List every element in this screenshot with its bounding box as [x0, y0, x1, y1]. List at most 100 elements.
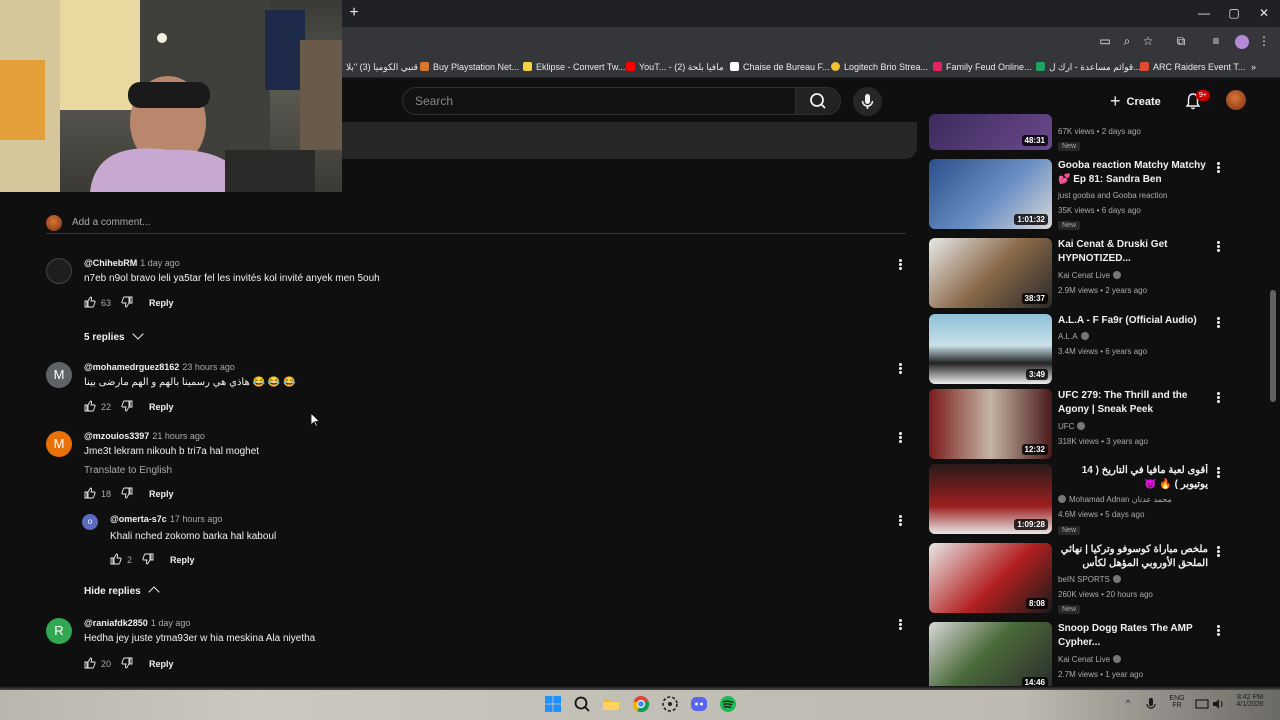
recommendation-item[interactable]: 1:09:28 أقوى لعبة مافيا في التاريخ ( 14 …	[929, 464, 1261, 536]
comment-menu-icon[interactable]	[894, 618, 906, 632]
chrome-icon[interactable]	[631, 694, 651, 714]
thumbs-up-icon[interactable]	[84, 400, 96, 412]
thumbs-down-icon[interactable]	[142, 553, 154, 565]
video-channel[interactable]: Kai Cenat Live	[1058, 655, 1122, 664]
thumbs-up-icon[interactable]	[84, 487, 96, 499]
show-replies-button[interactable]: 5 replies	[84, 328, 144, 343]
thumbs-down-icon[interactable]	[121, 296, 133, 308]
comment-author[interactable]: @omerta-s7c	[110, 514, 167, 524]
app-icon[interactable]	[660, 694, 680, 714]
recommendation-item[interactable]: 1:01:32 Gooba reaction Matchy Matchy 💕 E…	[929, 159, 1261, 231]
maximize-button[interactable]: ▢	[1224, 4, 1244, 22]
minimize-button[interactable]: —	[1194, 4, 1214, 22]
video-thumbnail[interactable]: 48:31	[929, 114, 1052, 150]
video-channel[interactable]: beIN SPORTS	[1058, 575, 1121, 584]
thumbs-up-icon[interactable]	[84, 657, 96, 669]
tray-overflow-icon[interactable]: ^	[1126, 698, 1130, 708]
clock[interactable]: 8:42 PM 4/1/2026	[1230, 694, 1270, 708]
comment-menu-icon[interactable]	[894, 362, 906, 376]
bookmark-item[interactable]: Buy Playstation Net...	[420, 61, 519, 74]
star-icon[interactable]: ☆	[1140, 33, 1156, 49]
discord-icon[interactable]	[689, 694, 709, 714]
comment-avatar[interactable]: M	[46, 431, 72, 457]
reply-button[interactable]: Reply	[170, 555, 195, 565]
comment-time[interactable]: 21 hours ago	[152, 431, 205, 441]
video-thumbnail[interactable]: 8:08	[929, 543, 1052, 613]
file-explorer-icon[interactable]	[601, 694, 621, 714]
voice-search-button[interactable]	[853, 87, 882, 116]
video-title[interactable]: A.L.A - F Fa9r (Official Audio)	[1058, 314, 1208, 328]
comment-avatar[interactable]: M	[46, 362, 72, 388]
video-title[interactable]: أقوى لعبة مافيا في التاريخ ( 14 يوتيوبر …	[1058, 464, 1208, 492]
video-title[interactable]: UFC 279: The Thrill and the Agony | Snea…	[1058, 389, 1208, 417]
bookmarks-overflow-icon[interactable]: »	[1251, 61, 1256, 74]
bookmark-item[interactable]: Family Feud Online...	[933, 61, 1032, 74]
comment-avatar[interactable]: o	[82, 514, 98, 530]
reply-button[interactable]: Reply	[149, 298, 174, 308]
video-thumbnail[interactable]: 38:37	[929, 238, 1052, 308]
video-title[interactable]: Gooba reaction Matchy Matchy 💕 Ep 81: Sa…	[1058, 159, 1208, 187]
account-avatar[interactable]	[1226, 90, 1246, 110]
video-menu-icon[interactable]	[1215, 391, 1221, 405]
recommendation-item[interactable]: 48:31 67K views • 2 days ago New	[929, 114, 1261, 152]
bookmark-item[interactable]: Eklipse - Convert Tw...	[523, 61, 625, 74]
video-thumbnail[interactable]: 12:32	[929, 389, 1052, 459]
page-scrollbar[interactable]	[1270, 290, 1276, 402]
microphone-tray-icon[interactable]	[1144, 697, 1158, 711]
recommendation-item[interactable]: 3:49 A.L.A - F Fa9r (Official Audio) A.L…	[929, 314, 1261, 386]
create-button[interactable]: + Create	[1104, 87, 1174, 115]
comment-author[interactable]: @raniafdk2850	[84, 618, 148, 628]
video-thumbnail[interactable]: 14:46	[929, 622, 1052, 692]
video-channel[interactable]: UFC	[1058, 422, 1086, 431]
spotify-icon[interactable]	[718, 694, 738, 714]
thumbs-down-icon[interactable]	[121, 487, 133, 499]
reply-button[interactable]: Reply	[149, 402, 174, 412]
video-channel[interactable]: A.L.A	[1058, 332, 1089, 341]
video-title[interactable]: ملخص مباراة كوسوفو وتركيا | نهائي الملحق…	[1058, 543, 1208, 571]
video-channel[interactable]: Kai Cenat Live	[1058, 271, 1122, 280]
video-menu-icon[interactable]	[1215, 161, 1221, 175]
close-window-button[interactable]: ✕	[1254, 4, 1274, 22]
video-title[interactable]: Snoop Dogg Rates The AMP Cypher...	[1058, 622, 1208, 650]
comment-time[interactable]: 23 hours ago	[182, 362, 235, 372]
zoom-icon[interactable]: ⌕	[1119, 33, 1135, 49]
translate-link[interactable]: Translate to English	[84, 465, 172, 476]
comment-menu-icon[interactable]	[894, 431, 906, 445]
add-comment-field[interactable]: Add a comment...	[46, 214, 906, 234]
taskbar-search-icon[interactable]	[572, 694, 592, 714]
bookmark-item[interactable]: قنبي الكوميا (3) "بلا	[346, 61, 418, 74]
comment-avatar[interactable]: R	[46, 618, 72, 644]
comment-author[interactable]: @ChihebRM	[84, 258, 137, 268]
cast-icon[interactable]: ▭	[1097, 33, 1113, 49]
bookmark-item[interactable]: Chaise de Bureau F...	[730, 61, 830, 74]
comment-author[interactable]: @mohamedrguez8162	[84, 362, 179, 372]
volume-icon[interactable]	[1212, 697, 1226, 711]
windows-start-icon[interactable]	[543, 694, 563, 714]
video-thumbnail[interactable]: 1:01:32	[929, 159, 1052, 229]
search-button[interactable]	[795, 87, 841, 115]
extensions-icon[interactable]: ⧉	[1173, 33, 1189, 49]
new-tab-button[interactable]: +	[346, 5, 362, 21]
video-menu-icon[interactable]	[1215, 466, 1221, 480]
video-menu-icon[interactable]	[1215, 624, 1221, 638]
menu-icon[interactable]: ⋮	[1256, 33, 1272, 49]
comment-author[interactable]: @mzouios3397	[84, 431, 149, 441]
comment-menu-icon[interactable]	[894, 258, 906, 272]
comment-time[interactable]: 1 day ago	[140, 258, 180, 268]
thumbs-down-icon[interactable]	[121, 400, 133, 412]
video-description-box[interactable]	[342, 122, 917, 159]
profile-avatar[interactable]	[1235, 35, 1249, 49]
bookmark-item[interactable]: قوائم مساعدة - ارك ل...	[1036, 61, 1141, 74]
video-menu-icon[interactable]	[1215, 545, 1221, 559]
bookmark-item[interactable]: YouT... - مافيا بلحة (2)	[626, 61, 724, 74]
recommendation-item[interactable]: 8:08 ملخص مباراة كوسوفو وتركيا | نهائي ا…	[929, 543, 1261, 615]
comment-menu-icon[interactable]	[894, 514, 906, 528]
comment-avatar[interactable]	[46, 258, 72, 284]
reply-button[interactable]: Reply	[149, 489, 174, 499]
video-menu-icon[interactable]	[1215, 316, 1221, 330]
video-channel[interactable]: Mohamad Adnan محمد عدنان	[1058, 495, 1172, 504]
video-thumbnail[interactable]: 1:09:28	[929, 464, 1052, 534]
reply-button[interactable]: Reply	[149, 659, 174, 669]
network-icon[interactable]	[1195, 697, 1209, 711]
language-indicator[interactable]: ENG FR	[1166, 695, 1188, 709]
